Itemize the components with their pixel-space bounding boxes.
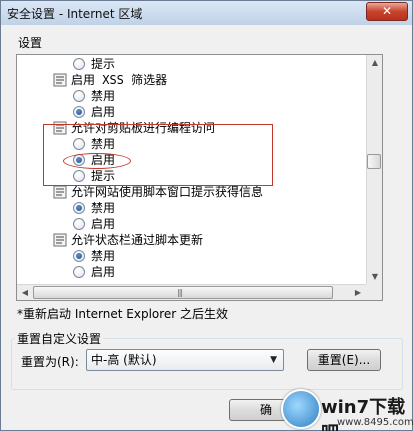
scroll-right-icon[interactable]: ▶ <box>350 285 366 301</box>
scroll-left-icon[interactable]: ◀ <box>17 285 33 301</box>
radio-checked-icon[interactable] <box>73 250 85 262</box>
settings-option-label: 禁用 <box>91 249 116 263</box>
settings-category-label: 允许状态栏通过脚本更新 <box>71 233 204 247</box>
settings-option-label: 启用 <box>91 265 116 279</box>
settings-option-label: 提示 <box>91 57 116 71</box>
settings-option-label: 禁用 <box>91 89 116 103</box>
annotation-highlight-oval <box>63 153 131 169</box>
settings-category-label: 启用 XSS 筛选器 <box>71 73 168 87</box>
radio-checked-icon[interactable] <box>73 202 85 214</box>
chevron-down-icon: ▼ <box>270 355 277 365</box>
radio-unchecked-icon[interactable] <box>73 218 85 230</box>
reset-level-select[interactable]: 中-高 (默认) ▼ <box>86 349 284 371</box>
settings-option-label: 启用 <box>91 105 116 119</box>
vertical-scrollbar[interactable]: ▲ ▼ <box>366 55 382 285</box>
radio-unchecked-icon[interactable] <box>73 58 85 70</box>
settings-category-icon <box>53 185 67 199</box>
close-icon: ✕ <box>381 4 393 18</box>
settings-option-label: 启用 <box>91 217 116 231</box>
security-settings-dialog: 安全设置 - Internet 区域 ✕ 设置 提示 启用 XSS 筛选器 禁用 启用… <box>0 0 413 431</box>
radio-unchecked-icon[interactable] <box>73 90 85 102</box>
restart-note: *重新启动 Internet Explorer 之后生效 <box>17 307 229 321</box>
watermark-icon <box>281 389 321 429</box>
reset-level-value: 中-高 (默认) <box>91 353 157 367</box>
grip-icon: ||| <box>177 288 183 297</box>
reset-button[interactable]: 重置(E)... <box>307 349 381 371</box>
title-bar[interactable]: 安全设置 - Internet 区域 ✕ <box>1 1 412 25</box>
scroll-corner <box>366 284 382 300</box>
radio-unchecked-icon[interactable] <box>73 266 85 278</box>
watermark-url: www.8495.com <box>337 417 413 428</box>
window-title: 安全设置 - Internet 区域 <box>7 7 143 21</box>
scroll-up-icon[interactable]: ▲ <box>367 55 383 71</box>
watermark-logo: win7下载吧 www.8495.com <box>281 389 413 431</box>
reset-group-title: 重置自定义设置 <box>15 330 104 347</box>
vertical-scroll-thumb[interactable] <box>367 154 381 169</box>
settings-category-icon <box>53 73 67 87</box>
radio-checked-icon[interactable] <box>73 106 85 118</box>
reset-to-label: 重置为(R): <box>21 355 79 369</box>
scroll-down-icon[interactable]: ▼ <box>367 269 383 285</box>
close-button[interactable]: ✕ <box>366 2 408 21</box>
settings-label: 设置 <box>18 36 43 50</box>
horizontal-scroll-thumb[interactable]: ||| <box>33 286 333 299</box>
settings-category-icon <box>53 233 67 247</box>
settings-option-label: 禁用 <box>91 201 116 215</box>
settings-category-label: 允许网站使用脚本窗口提示获得信息 <box>71 185 264 199</box>
